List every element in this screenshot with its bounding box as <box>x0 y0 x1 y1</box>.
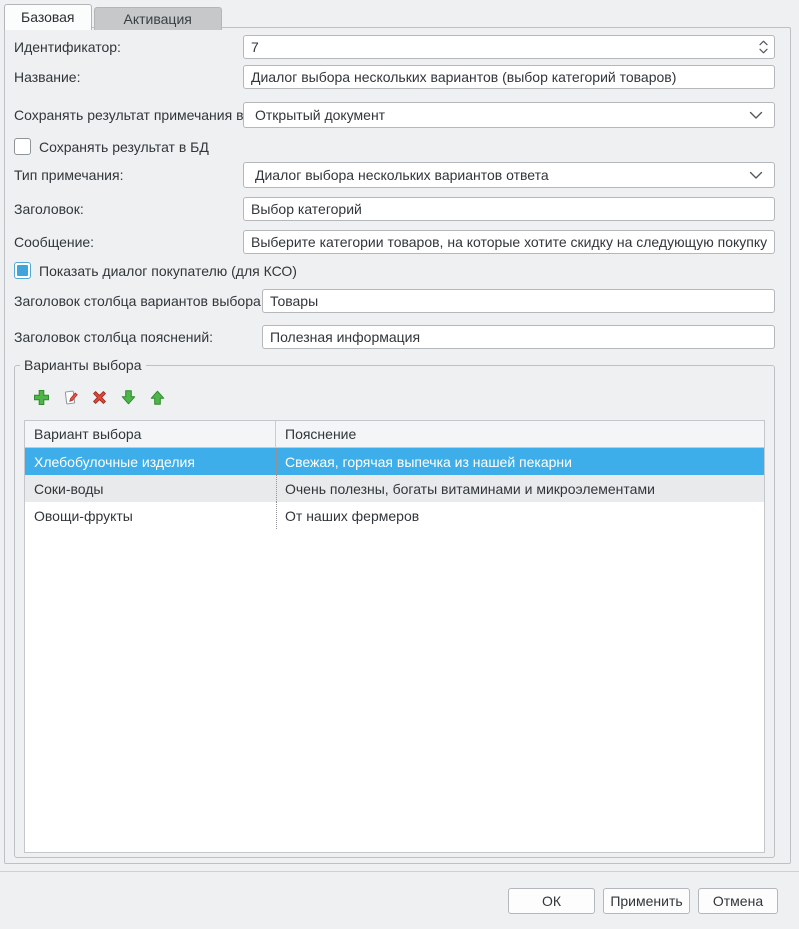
options-toolbar <box>32 388 774 406</box>
save-result-to-label: Сохранять результат примечания в: <box>14 107 243 123</box>
dialog-title-input[interactable] <box>243 197 775 221</box>
tab-activation[interactable]: Активация <box>94 7 222 30</box>
identifier-spinbox[interactable] <box>243 35 775 59</box>
explanation-cell[interactable]: От наших фермеров <box>276 502 764 529</box>
delete-button[interactable] <box>90 388 108 406</box>
dialog-button-box: ОК Применить Отмена <box>0 888 799 914</box>
cancel-button[interactable]: Отмена <box>698 888 778 914</box>
option-cell[interactable]: Овощи-фрукты <box>25 502 276 529</box>
show-to-customer-label[interactable]: Показать диалог покупателю (для КСО) <box>39 263 297 279</box>
spin-arrows[interactable] <box>759 36 768 58</box>
table-row[interactable]: Хлебобулочные изделия Свежая, горячая вы… <box>25 448 764 475</box>
save-result-to-value: Открытый документ <box>255 107 385 123</box>
show-to-customer-checkbox[interactable] <box>14 262 31 279</box>
options-table-header: Вариант выбора Пояснение <box>25 421 764 448</box>
tab-basic[interactable]: Базовая <box>4 4 92 30</box>
ok-button[interactable]: ОК <box>508 888 595 914</box>
explanation-column-label: Заголовок столбца пояснений: <box>14 329 262 345</box>
apply-button[interactable]: Применить <box>603 888 690 914</box>
options-groupbox-title: Варианты выбора <box>20 357 146 373</box>
option-cell[interactable]: Соки-воды <box>25 475 276 502</box>
tab-bar: Базовая Активация <box>4 4 224 30</box>
chevron-down-icon <box>749 111 763 120</box>
options-table-body: Хлебобулочные изделия Свежая, горячая вы… <box>25 448 764 529</box>
move-up-icon <box>149 389 166 406</box>
note-type-label: Тип примечания: <box>14 167 243 183</box>
edit-button[interactable] <box>61 388 79 406</box>
delete-icon <box>91 389 108 406</box>
explanation-column-input[interactable] <box>262 325 775 349</box>
add-icon <box>33 389 50 406</box>
message-input[interactable] <box>243 230 775 254</box>
note-type-combobox[interactable]: Диалог выбора нескольких вариантов ответ… <box>243 162 775 188</box>
footer-separator <box>0 871 799 872</box>
table-row[interactable]: Соки-воды Очень полезны, богаты витамина… <box>25 475 764 502</box>
options-column-input[interactable] <box>262 289 775 313</box>
note-type-value: Диалог выбора нескольких вариантов ответ… <box>255 167 549 183</box>
option-cell[interactable]: Хлебобулочные изделия <box>25 448 276 475</box>
move-down-button[interactable] <box>119 388 137 406</box>
table-row[interactable]: Овощи-фрукты От наших фермеров <box>25 502 764 529</box>
options-table: Вариант выбора Пояснение Хлебобулочные и… <box>24 420 765 853</box>
spin-up-icon[interactable] <box>759 40 768 46</box>
move-down-icon <box>120 389 137 406</box>
add-button[interactable] <box>32 388 50 406</box>
move-up-button[interactable] <box>148 388 166 406</box>
explanation-cell[interactable]: Очень полезны, богаты витаминами и микро… <box>276 475 764 502</box>
chevron-down-icon <box>749 171 763 180</box>
spin-down-icon[interactable] <box>759 48 768 54</box>
name-input[interactable] <box>243 65 775 89</box>
explanation-cell[interactable]: Свежая, горячая выпечка из нашей пекарни <box>276 448 764 475</box>
identifier-label: Идентификатор: <box>14 39 243 55</box>
column-header-explanation[interactable]: Пояснение <box>276 421 764 447</box>
dialog-title-label: Заголовок: <box>14 201 243 217</box>
save-to-db-checkbox[interactable] <box>14 138 31 155</box>
tab-panel-basic: Идентификатор: Название: Сохранять резул… <box>4 27 791 864</box>
identifier-input[interactable] <box>243 35 775 59</box>
edit-icon <box>62 389 79 406</box>
save-to-db-label[interactable]: Сохранять результат в БД <box>39 139 209 155</box>
name-label: Название: <box>14 69 243 85</box>
message-label: Сообщение: <box>14 234 243 250</box>
options-groupbox: Варианты выбора <box>14 365 775 858</box>
save-result-to-combobox[interactable]: Открытый документ <box>243 102 775 128</box>
options-column-label: Заголовок столбца вариантов выбора: <box>14 293 262 309</box>
column-header-option[interactable]: Вариант выбора <box>25 421 276 447</box>
